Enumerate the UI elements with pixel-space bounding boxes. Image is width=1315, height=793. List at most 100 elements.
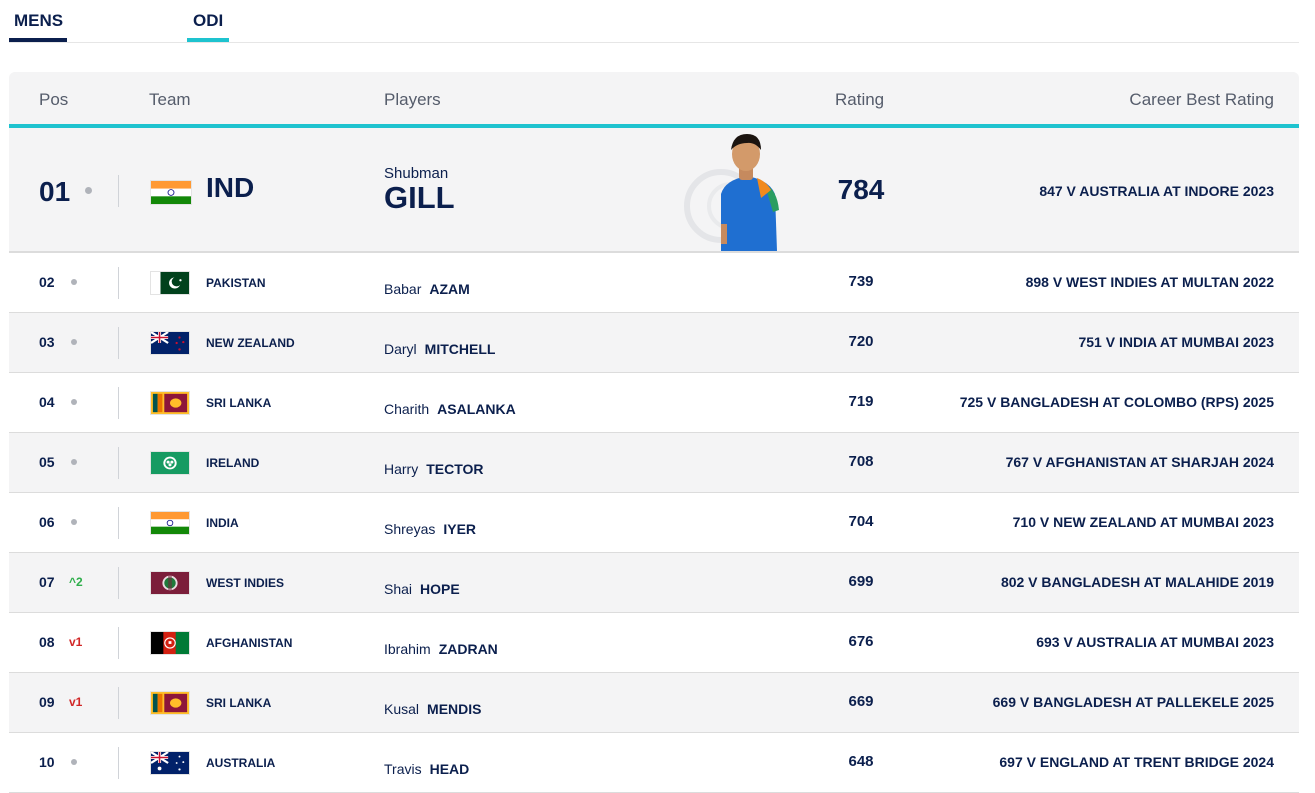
india-flag-icon <box>150 511 190 535</box>
header-team: Team <box>149 90 191 109</box>
player-first-name: Harry <box>384 461 419 477</box>
divider <box>118 627 119 659</box>
no-change-dot-icon <box>71 279 77 285</box>
header-pos: Pos <box>39 90 69 109</box>
player-last-name: IYER <box>443 521 477 537</box>
afghanistan-flag-icon <box>150 631 190 655</box>
player-photo <box>684 134 779 251</box>
player-last-name: MENDIS <box>427 701 482 717</box>
player-first-name: Babar <box>384 281 422 297</box>
table-row[interactable]: 03 NEW ZEALAND Daryl MITCHELL 720 751 V INDIA… <box>9 313 1299 373</box>
career-best-rating: 847 V AUSTRALIA AT INDORE 2023 <box>1039 183 1274 199</box>
tab-mens-underline <box>9 38 67 42</box>
position: 09 <box>39 694 55 710</box>
position: 03 <box>39 334 55 350</box>
career-best-rating: 669 V BANGLADESH AT PALLEKELE 2025 <box>992 694 1274 710</box>
tab-odi-underline <box>187 38 229 42</box>
ireland-flag-icon <box>150 451 190 475</box>
team-name: SRI LANKA <box>206 696 272 710</box>
tab-mens-label: MENS <box>14 11 64 30</box>
no-change-dot-icon <box>71 339 77 345</box>
player-last-name: MITCHELL <box>424 341 496 357</box>
rating-value: 784 <box>837 174 885 205</box>
no-change-dot-icon <box>71 519 77 525</box>
rating-value: 676 <box>848 633 874 650</box>
sri-lanka-flag-icon <box>150 691 190 715</box>
player-name: Babar AZAM <box>384 281 470 297</box>
career-best-rating: 693 V AUSTRALIA AT MUMBAI 2023 <box>1036 634 1274 650</box>
career-best-rating: 767 V AFGHANISTAN AT SHARJAH 2024 <box>1005 454 1274 470</box>
divider <box>118 267 119 299</box>
divider <box>118 507 119 539</box>
rating-value: 739 <box>848 273 874 290</box>
player-name: Harry TECTOR <box>384 461 484 477</box>
rankings-table: Pos Team Players Rating Career Best Rati… <box>9 72 1299 793</box>
player-last-name: TECTOR <box>426 461 484 477</box>
tab-odi[interactable]: ODI <box>187 11 229 42</box>
divider <box>118 387 119 419</box>
rank-up-icon: ^2 <box>69 575 83 589</box>
new-zealand-flag-icon <box>150 331 190 355</box>
divider <box>118 747 119 779</box>
no-change-dot-icon <box>85 187 92 194</box>
player-last-name: AZAM <box>429 281 470 297</box>
career-best-rating: 697 V ENGLAND AT TRENT BRIDGE 2024 <box>999 754 1274 770</box>
tab-mens[interactable]: MENS <box>9 11 67 42</box>
ranking-rows: 02 PAKISTAN Babar AZAM 739 898 V WEST INDIES … <box>9 253 1299 793</box>
player-last-name: ASALANKA <box>437 401 516 417</box>
divider <box>118 327 119 359</box>
table-row[interactable]: 06 INDIA Shreyas IYER 704 710 V NEW ZEALAND A… <box>9 493 1299 553</box>
team-name: INDIA <box>206 516 239 530</box>
table-row[interactable]: 08 v1 AFGHANISTAN Ibrahim ZADRAN 676 693 V AUS… <box>9 613 1299 673</box>
position: 08 <box>39 634 55 650</box>
player-name: Shreyas IYER <box>384 521 476 537</box>
position: 01 <box>39 176 71 207</box>
player-name: Travis HEAD <box>384 761 469 777</box>
player-last-name: HOPE <box>420 581 460 597</box>
table-row[interactable]: 04 SRI LANKA Charith ASALANKA 719 725 V BANGL… <box>9 373 1299 433</box>
career-best-rating: 710 V NEW ZEALAND AT MUMBAI 2023 <box>1012 514 1274 530</box>
top-ranked-row[interactable]: 01 IND Shubman GILL 784 847 V AUSTRALIA … <box>9 128 1299 253</box>
player-name: Kusal MENDIS <box>384 701 481 717</box>
table-header: Pos Team Players Rating Career Best Rati… <box>9 72 1299 128</box>
divider <box>118 687 119 719</box>
player-first-name: Charith <box>384 401 430 417</box>
team-name: IRELAND <box>206 456 260 470</box>
rank-down-icon: v1 <box>69 635 83 649</box>
table-row[interactable]: 02 PAKISTAN Babar AZAM 739 898 V WEST INDIES … <box>9 253 1299 313</box>
table-row[interactable]: 05 IRELAND Harry TECTOR 708 767 V AFGHANISTAN… <box>9 433 1299 493</box>
career-best-rating: 725 V BANGLADESH AT COLOMBO (RPS) 2025 <box>959 394 1274 410</box>
player-first-name: Ibrahim <box>384 641 431 657</box>
career-best-rating: 898 V WEST INDIES AT MULTAN 2022 <box>1025 274 1274 290</box>
table-row[interactable]: 09 v1 SRI LANKA Kusal MENDIS 669 669 V BANGLAD… <box>9 673 1299 733</box>
rating-value: 704 <box>848 513 874 530</box>
rank-down-icon: v1 <box>69 695 83 709</box>
rating-value: 719 <box>848 393 874 410</box>
team-name: SRI LANKA <box>206 396 272 410</box>
team-code: IND <box>206 172 255 203</box>
sri-lanka-flag-icon <box>150 391 190 415</box>
table-row[interactable]: 07 ^2 WEST INDIES Shai HOPE 699 802 V BANGLADE… <box>9 553 1299 613</box>
rating-value: 648 <box>848 753 874 770</box>
player-last-name: GILL <box>384 180 455 215</box>
no-change-dot-icon <box>71 399 77 405</box>
position: 05 <box>39 454 55 470</box>
position: 10 <box>39 754 55 770</box>
divider <box>118 175 119 207</box>
position: 02 <box>39 274 55 290</box>
format-tabs: MENS ODI <box>9 0 1299 43</box>
west-indies-flag-icon <box>150 571 190 595</box>
player-last-name: ZADRAN <box>438 641 498 657</box>
rating-value: 720 <box>848 333 874 350</box>
header-players: Players <box>384 90 441 109</box>
team-name: AFGHANISTAN <box>206 636 293 650</box>
pakistan-flag-icon <box>150 271 190 295</box>
rating-value: 708 <box>848 453 874 470</box>
australia-flag-icon <box>150 751 190 775</box>
table-row[interactable]: 10 AUSTRALIA Travis HEAD 648 697 V ENGLAND AT… <box>9 733 1299 793</box>
team-name: PAKISTAN <box>206 276 266 290</box>
player-name: Shai HOPE <box>384 581 460 597</box>
player-first-name: Shreyas <box>384 521 436 537</box>
player-name: Charith ASALANKA <box>384 401 516 417</box>
player-first-name: Kusal <box>384 701 420 717</box>
